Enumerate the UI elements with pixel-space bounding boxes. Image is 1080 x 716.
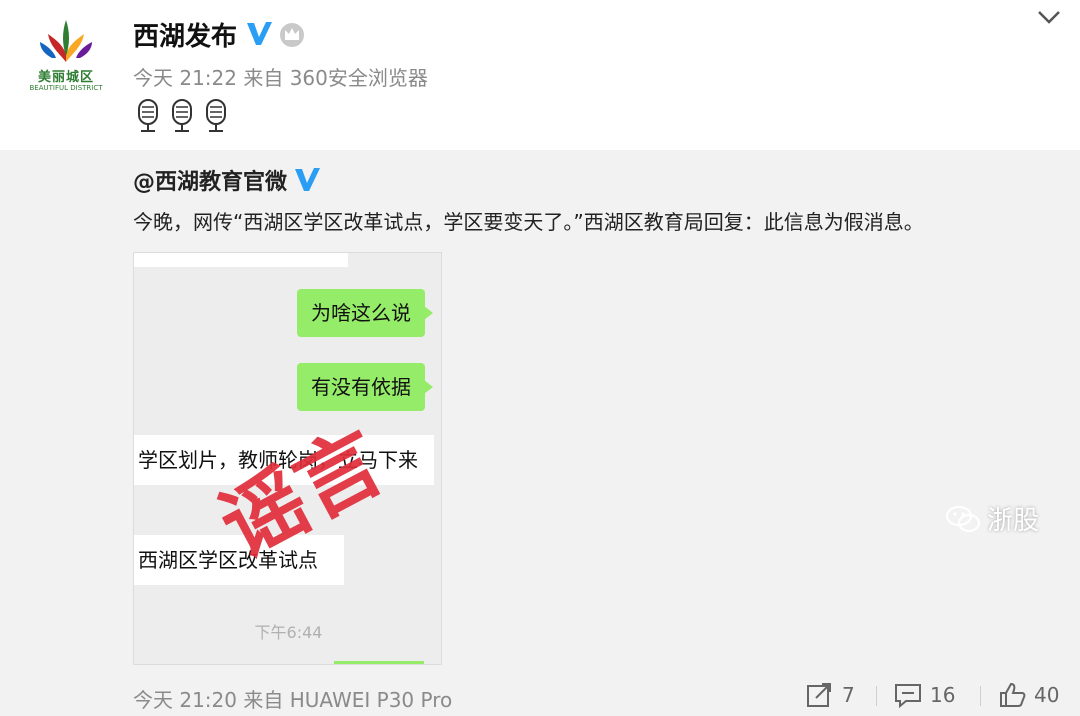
verified-v-icon (295, 168, 320, 191)
avatar[interactable]: 美丽城区 BEAUTIFUL DISTRICT (28, 14, 104, 102)
post-meta: 今天 21:22 来自 360安全浏览器 (133, 66, 428, 90)
logo-subtext: BEAUTIFUL DISTRICT (29, 84, 103, 92)
comment-button[interactable]: 16 (894, 680, 955, 710)
original-text: 今晚，网传“西湖区学区改革试点，学区要变天了。”西湖区教育局回复：此信息为假消息… (133, 210, 924, 234)
thumbs-up-icon (1000, 682, 1026, 707)
watermark-text: 浙股 (987, 506, 1040, 536)
emoji-row (133, 98, 231, 136)
comment-count: 16 (930, 683, 956, 707)
chat-bubble-fragment (334, 661, 424, 664)
chevron-down-icon[interactable] (1034, 6, 1064, 28)
microphone-icon (172, 99, 192, 132)
microphone-icon (138, 99, 158, 132)
microphone-icon (206, 99, 226, 132)
reposted-weibo[interactable]: @西湖教育官微 今晚，网传“西湖区学区改革试点，学区要变天了。”西湖区教育局回复… (0, 150, 1080, 716)
verified-v-icon (247, 22, 272, 45)
chat-timestamp: 下午6:44 (254, 623, 323, 642)
wechat-logo-icon (945, 505, 981, 532)
rumor-stamp-text: 谣言 (214, 423, 394, 577)
repost-count: 7 (842, 683, 855, 707)
repost-icon (807, 683, 831, 707)
chat-screenshot-image[interactable]: 为啥这么说 有没有依据 学区划片，教师轮岗，立马下来 西湖区学区改革试点 下午6… (133, 252, 442, 665)
author-name[interactable]: 西湖发布 (133, 16, 237, 53)
chat-bubble-fragment (134, 253, 348, 267)
action-divider (876, 686, 877, 706)
member-crown-icon (280, 23, 304, 47)
repost-button[interactable]: 7 (806, 680, 855, 710)
like-button[interactable]: 40 (998, 680, 1059, 710)
original-author[interactable]: @西湖教育官微 (133, 164, 287, 196)
comment-icon (895, 684, 921, 708)
action-divider (980, 686, 981, 706)
chat-bubble-sent: 为啥这么说 (297, 289, 433, 337)
weibo-post: 美丽城区 BEAUTIFUL DISTRICT 西湖发布 今天 21:22 来自… (0, 0, 1080, 150)
logo-text: 美丽城区 (37, 70, 94, 85)
chat-bubble-sent: 有没有依据 (297, 363, 433, 411)
district-logo-icon (40, 20, 92, 62)
like-count: 40 (1034, 683, 1060, 707)
repost-meta: 今天 21:20 来自 HUAWEI P30 Pro (133, 688, 453, 712)
watermark: 浙股 (945, 500, 1039, 537)
rumor-stamp: 谣言 (214, 423, 394, 577)
